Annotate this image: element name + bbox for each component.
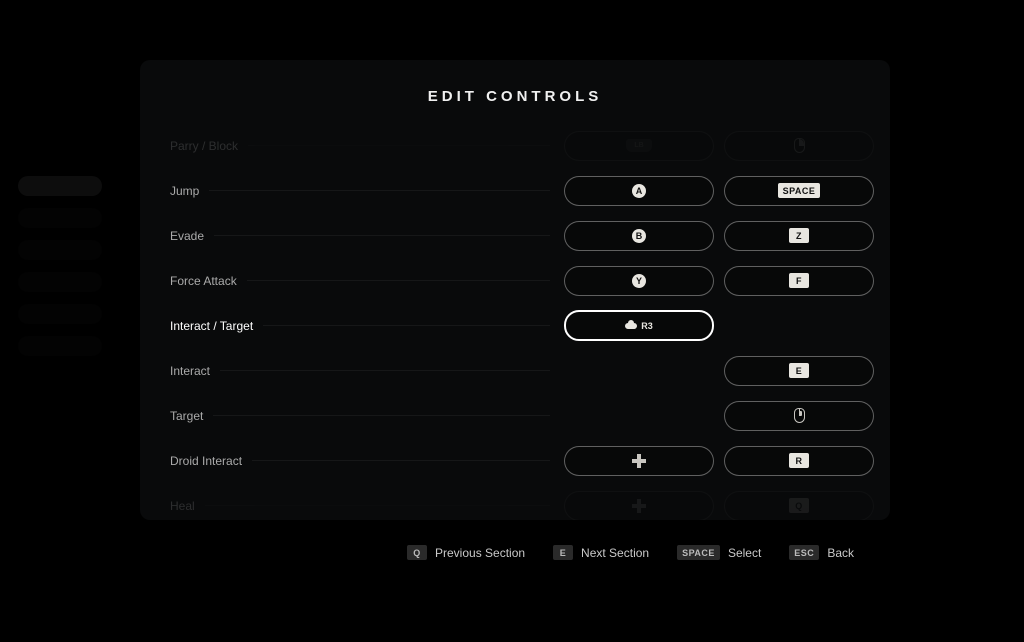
- keycap-icon: Q: [407, 545, 427, 560]
- sidebar-item[interactable]: [18, 208, 102, 228]
- controls-panel: EDIT CONTROLS Parry / Block LB Jump A SPACE E…: [140, 60, 890, 520]
- control-row[interactable]: Parry / Block LB: [140, 123, 890, 168]
- keycap-icon: ESC: [789, 545, 819, 560]
- gamepad-dpad-icon: [632, 499, 646, 513]
- control-label: Parry / Block: [170, 139, 238, 153]
- footer-hint-label: Select: [728, 546, 761, 560]
- keycap-icon: SPACE: [677, 545, 720, 560]
- keycap-icon: SPACE: [778, 183, 821, 198]
- gamepad-button-icon: Y: [632, 274, 646, 288]
- footer-hint-label: Previous Section: [435, 546, 525, 560]
- footer-hint-label: Next Section: [581, 546, 649, 560]
- mouse-right-icon: [794, 138, 805, 153]
- control-label: Jump: [170, 184, 199, 198]
- row-divider: [263, 325, 550, 326]
- footer-hint: Q Previous Section: [407, 545, 525, 560]
- gamepad-stick-icon: R3: [625, 321, 653, 331]
- control-row[interactable]: Droid Interact R: [140, 438, 890, 483]
- control-row[interactable]: Interact / Target R3: [140, 303, 890, 348]
- keycap-icon: F: [789, 273, 809, 288]
- sidebar-item[interactable]: [18, 272, 102, 292]
- control-row[interactable]: Jump A SPACE: [140, 168, 890, 213]
- keycap-icon: E: [553, 545, 573, 560]
- row-divider: [209, 190, 550, 191]
- gamepad-binding[interactable]: A: [564, 176, 714, 206]
- control-row[interactable]: Evade B Z: [140, 213, 890, 258]
- gamepad-binding[interactable]: [564, 446, 714, 476]
- keycap-icon: Z: [789, 228, 809, 243]
- sidebar-item[interactable]: [18, 304, 102, 324]
- footer-hint-label: Back: [827, 546, 854, 560]
- sidebar-item[interactable]: [18, 336, 102, 356]
- row-divider: [252, 460, 550, 461]
- keyboard-binding[interactable]: [724, 401, 874, 431]
- mouse-middle-icon: [794, 408, 805, 423]
- gamepad-binding[interactable]: [564, 491, 714, 521]
- gamepad-button-icon: B: [632, 229, 646, 243]
- keyboard-binding[interactable]: [724, 131, 874, 161]
- keyboard-binding[interactable]: Q: [724, 491, 874, 521]
- row-divider: [205, 505, 550, 506]
- keyboard-binding[interactable]: E: [724, 356, 874, 386]
- control-label: Interact / Target: [170, 319, 253, 333]
- control-label: Force Attack: [170, 274, 237, 288]
- keyboard-binding[interactable]: Z: [724, 221, 874, 251]
- control-label: Target: [170, 409, 203, 423]
- sidebar-item[interactable]: [18, 176, 102, 196]
- row-divider: [247, 280, 550, 281]
- sidebar: [18, 176, 102, 356]
- row-divider: [213, 415, 550, 416]
- footer-hint: ESC Back: [789, 545, 854, 560]
- gamepad-dpad-icon: [632, 454, 646, 468]
- gamepad-binding[interactable]: LB: [564, 131, 714, 161]
- sidebar-item[interactable]: [18, 240, 102, 260]
- control-label: Evade: [170, 229, 204, 243]
- gamepad-binding[interactable]: R3: [564, 310, 714, 341]
- gamepad-bumper-icon: LB: [626, 139, 652, 152]
- control-row[interactable]: Interact E: [140, 348, 890, 393]
- keycap-icon: R: [789, 453, 809, 468]
- keycap-icon: Q: [789, 498, 809, 513]
- row-divider: [248, 145, 550, 146]
- gamepad-binding[interactable]: Y: [564, 266, 714, 296]
- row-divider: [214, 235, 550, 236]
- control-label: Heal: [170, 499, 195, 513]
- keyboard-binding[interactable]: SPACE: [724, 176, 874, 206]
- keyboard-binding[interactable]: R: [724, 446, 874, 476]
- control-row[interactable]: Target: [140, 393, 890, 438]
- control-label: Droid Interact: [170, 454, 242, 468]
- gamepad-binding[interactable]: B: [564, 221, 714, 251]
- keycap-icon: E: [789, 363, 809, 378]
- footer-hint: SPACE Select: [677, 545, 761, 560]
- control-label: Interact: [170, 364, 210, 378]
- footer-hints: Q Previous Section E Next Section SPACE Selec…: [140, 545, 890, 560]
- footer-hint: E Next Section: [553, 545, 649, 560]
- panel-title: EDIT CONTROLS: [140, 88, 890, 105]
- gamepad-button-icon: A: [632, 184, 646, 198]
- control-row[interactable]: Force Attack Y F: [140, 258, 890, 303]
- row-divider: [220, 370, 550, 371]
- control-row[interactable]: Heal Q: [140, 483, 890, 520]
- keyboard-binding[interactable]: F: [724, 266, 874, 296]
